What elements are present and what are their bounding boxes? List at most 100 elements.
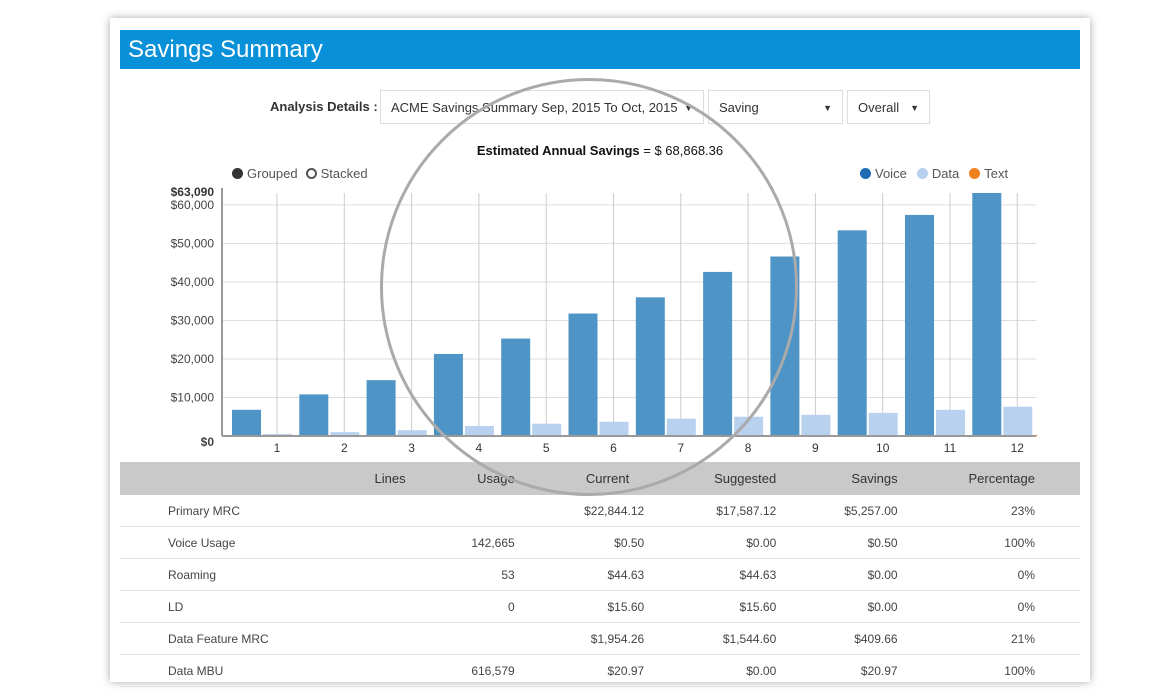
table-cell: 0	[450, 590, 560, 623]
table-cell: 100%	[942, 526, 1080, 559]
data-bar	[464, 425, 494, 436]
y-tick-label: $30,000	[171, 313, 215, 327]
table-cell: $20.97	[821, 654, 943, 687]
table-cell: LD	[120, 590, 357, 623]
table-cell: $17,587.12	[689, 495, 822, 527]
table-row: Primary MRC $22,844.12 $17,587.12 $5,257.00…	[120, 495, 1080, 527]
table-cell: 53	[450, 558, 560, 591]
x-tick-label: 2	[341, 441, 348, 455]
table-row: Data MBU 616,579 $20.97 $0.00 $20.97 100%	[120, 654, 1080, 687]
table-cell: $15.60	[689, 590, 822, 623]
x-tick-label: 12	[1011, 441, 1025, 455]
table-cell: $0.00	[689, 526, 822, 559]
data-bar	[532, 423, 562, 436]
table-cell: 0%	[942, 590, 1080, 623]
table-cell: Roaming	[120, 558, 357, 591]
x-tick-label: 4	[476, 441, 483, 455]
voice-bar	[299, 394, 329, 436]
column-header	[120, 462, 357, 495]
column-header: Savings	[821, 462, 943, 495]
table-row: Data Feature MRC $1,954.26 $1,544.60 $409.6…	[120, 622, 1080, 655]
table-cell: $22,844.12	[559, 495, 690, 527]
table-cell: $44.63	[689, 558, 822, 591]
y-tick-label: $60,000	[171, 198, 215, 212]
y-tick-label: $0	[201, 435, 215, 449]
table-cell	[450, 622, 560, 655]
voice-bar	[703, 271, 733, 436]
x-tick-label: 8	[745, 441, 752, 455]
x-tick-label: 6	[610, 441, 617, 455]
column-header: Usage	[450, 462, 560, 495]
voice-bar	[770, 256, 800, 436]
table-cell: $5,257.00	[821, 495, 943, 527]
voice-bar	[635, 297, 665, 436]
voice-bar	[232, 409, 261, 436]
table-cell	[356, 495, 451, 527]
data-bar	[734, 416, 764, 436]
data-bar	[801, 414, 831, 436]
x-tick-label: 1	[274, 441, 281, 455]
table-cell: $44.63	[559, 558, 690, 591]
y-tick-label: $50,000	[171, 236, 215, 250]
table-row: Roaming 53 $44.63 $44.63 $0.00 0%	[120, 558, 1080, 591]
x-tick-label: 9	[812, 441, 819, 455]
table-cell: 616,579	[450, 654, 560, 687]
voice-bar	[905, 214, 934, 436]
table-cell: 100%	[942, 654, 1080, 687]
column-header: Current	[559, 462, 690, 495]
table-cell: $0.00	[821, 558, 943, 591]
voice-bar	[501, 338, 531, 436]
table-cell	[356, 622, 451, 655]
table-cell: $1,544.60	[689, 622, 822, 655]
savings-table: Lines Usage Current Suggested Savings Percent…	[120, 462, 1080, 687]
table-cell: Data Feature MRC	[120, 622, 357, 655]
table-cell	[356, 590, 451, 623]
voice-bar	[568, 313, 598, 436]
column-header: Percentage	[942, 462, 1080, 495]
x-tick-label: 3	[408, 441, 415, 455]
table-cell: $409.66	[821, 622, 943, 655]
column-header: Lines	[356, 462, 451, 495]
table-cell	[356, 558, 451, 591]
voice-bar	[837, 230, 867, 436]
x-tick-label: 11	[944, 441, 957, 455]
table-cell: $1,954.26	[559, 622, 690, 655]
data-bar	[599, 421, 629, 436]
y-tick-label: $20,000	[171, 352, 215, 366]
x-tick-label: 10	[876, 441, 890, 455]
data-bar	[936, 409, 965, 436]
table-cell: $0.00	[821, 590, 943, 623]
table-cell: Voice Usage	[120, 526, 357, 559]
data-bar	[666, 418, 696, 436]
table-cell	[356, 654, 451, 687]
table-cell: $20.97	[559, 654, 690, 687]
x-tick-label: 5	[543, 441, 550, 455]
voice-bar	[366, 380, 396, 436]
savings-bar-chart: $0 $10,000 $20,000 $30,000 $40,000 $50,000 $60…	[171, 185, 1038, 455]
data-bar	[1003, 406, 1033, 436]
data-bar	[868, 412, 898, 436]
table-cell	[356, 526, 451, 559]
table-cell: 21%	[942, 622, 1080, 655]
column-header: Suggested	[689, 462, 822, 495]
table-cell	[450, 495, 560, 527]
table-row: LD 0 $15.60 $15.60 $0.00 0%	[120, 590, 1080, 623]
voice-bar	[972, 193, 1002, 436]
voice-bar	[433, 353, 463, 436]
table-cell: 23%	[942, 495, 1080, 527]
table-cell: $15.60	[559, 590, 690, 623]
table-cell: 142,665	[450, 526, 560, 559]
y-max-label: $63,090	[171, 185, 215, 199]
table-cell: $0.00	[689, 654, 822, 687]
y-tick-label: $40,000	[171, 275, 215, 289]
table-header: Lines Usage Current Suggested Savings Percent…	[120, 462, 1080, 495]
table-cell: $0.50	[559, 526, 690, 559]
table-cell: $0.50	[821, 526, 943, 559]
table-cell: Primary MRC	[120, 495, 357, 527]
savings-summary-panel: Savings Summary Analysis Details : ACME …	[110, 18, 1090, 687]
table-cell: Data MBU	[120, 654, 357, 687]
y-tick-label: $10,000	[171, 390, 215, 404]
table-row: Voice Usage 142,665 $0.50 $0.00 $0.50 100%	[120, 526, 1080, 559]
x-tick-label: 7	[677, 441, 684, 455]
table-cell: 0%	[942, 558, 1080, 591]
